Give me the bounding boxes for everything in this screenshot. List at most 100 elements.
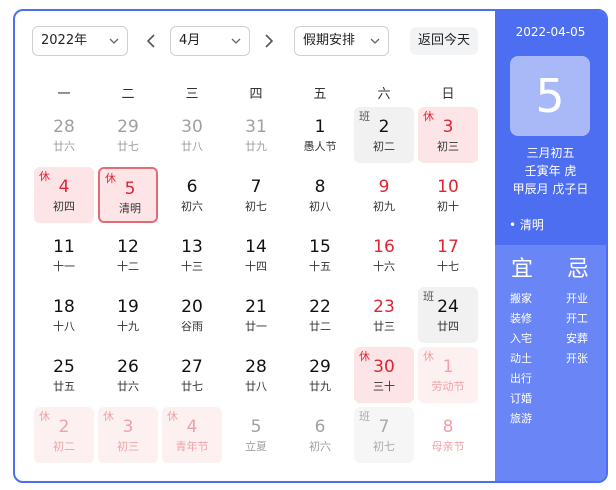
day-number: 7 xyxy=(378,417,390,437)
day-cell[interactable]: 29 廿七 xyxy=(98,107,158,163)
day-number: 3 xyxy=(442,117,454,137)
day-cell[interactable]: 20 谷雨 xyxy=(162,287,222,343)
day-number: 8 xyxy=(314,177,326,197)
day-number: 3 xyxy=(122,417,134,437)
day-cell[interactable]: 29 廿九 xyxy=(290,347,350,403)
day-cell[interactable]: 6 初六 xyxy=(290,407,350,463)
day-cell[interactable]: 8 母亲节 xyxy=(418,407,478,463)
day-cell[interactable]: 5 立夏 xyxy=(226,407,286,463)
lunar-label: 初十 xyxy=(437,200,459,213)
holiday-select[interactable]: 假期安排 xyxy=(294,26,389,56)
next-month-icon[interactable] xyxy=(263,33,275,49)
lunar-label: 廿九 xyxy=(245,140,267,153)
day-cell[interactable]: 9 初九 xyxy=(354,167,414,223)
back-to-today-button[interactable]: 返回今天 xyxy=(410,27,478,55)
day-cell[interactable]: 16 十六 xyxy=(354,227,414,283)
day-cell[interactable]: 7 初七 xyxy=(226,167,286,223)
day-number: 31 xyxy=(245,117,267,137)
day-number: 4 xyxy=(186,417,198,437)
day-number: 24 xyxy=(437,297,459,317)
day-cell[interactable]: 10 初十 xyxy=(418,167,478,223)
day-cell[interactable]: 休 3 初三 xyxy=(98,407,158,463)
lunar-label: 初四 xyxy=(53,200,75,213)
day-number: 28 xyxy=(53,117,75,137)
day-cell[interactable]: 17 十七 xyxy=(418,227,478,283)
lunar-label: 初二 xyxy=(53,440,75,453)
day-number: 30 xyxy=(181,117,203,137)
day-number: 1 xyxy=(314,117,326,137)
year-select[interactable]: 2022年 xyxy=(32,26,128,56)
lunar-label: 母亲节 xyxy=(431,440,465,453)
day-cell[interactable]: 26 廿六 xyxy=(98,347,158,403)
lunar-label: 廿九 xyxy=(309,380,331,393)
day-cell[interactable]: 班 7 初七 xyxy=(354,407,414,463)
day-number: 2 xyxy=(378,117,390,137)
lunar-date: 三月初五 xyxy=(526,146,575,160)
ji-item: 安葬 xyxy=(566,332,588,345)
day-cell[interactable]: 18 十八 xyxy=(34,287,94,343)
day-cell[interactable]: 11 十一 xyxy=(34,227,94,283)
lunar-label: 初九 xyxy=(373,200,395,213)
lunar-label: 愚人节 xyxy=(303,140,337,153)
day-cell[interactable]: 班 24 廿四 xyxy=(418,287,478,343)
chevron-down-icon xyxy=(231,38,241,44)
day-cell[interactable]: 休 3 初三 xyxy=(418,107,478,163)
day-number: 9 xyxy=(378,177,390,197)
lunar-label: 十九 xyxy=(117,320,139,333)
day-cell[interactable]: 23 廿三 xyxy=(354,287,414,343)
day-cell[interactable]: 31 廿九 xyxy=(226,107,286,163)
day-cell[interactable]: 休 5 清明 xyxy=(98,167,158,223)
month-select[interactable]: 4月 xyxy=(170,26,250,56)
day-cell[interactable]: 14 十四 xyxy=(226,227,286,283)
day-number: 29 xyxy=(117,117,139,137)
day-cell[interactable]: 27 廿七 xyxy=(162,347,222,403)
day-cell[interactable]: 休 1 劳动节 xyxy=(418,347,478,403)
day-cell[interactable]: 15 十五 xyxy=(290,227,350,283)
day-cell[interactable]: 30 廿八 xyxy=(162,107,222,163)
day-cell[interactable]: 8 初八 xyxy=(290,167,350,223)
day-cell[interactable]: 28 廿八 xyxy=(226,347,286,403)
day-number: 16 xyxy=(373,237,395,257)
day-cell[interactable]: 休 4 初四 xyxy=(34,167,94,223)
weekday-label: 二 xyxy=(121,87,135,102)
lunar-label: 初七 xyxy=(373,440,395,453)
day-cell[interactable]: 休 4 青年节 xyxy=(162,407,222,463)
day-number: 5 xyxy=(250,417,262,437)
day-cell[interactable]: 28 廿六 xyxy=(34,107,94,163)
lunar-label: 廿八 xyxy=(245,380,267,393)
lunar-label: 初七 xyxy=(245,200,267,213)
day-cell[interactable]: 13 十三 xyxy=(162,227,222,283)
day-number: 23 xyxy=(373,297,395,317)
lunar-label: 清明 xyxy=(119,202,141,215)
day-cell[interactable]: 25 廿五 xyxy=(34,347,94,403)
day-cell[interactable]: 22 廿二 xyxy=(290,287,350,343)
lunar-label: 廿三 xyxy=(373,320,395,333)
weekday-label: 三 xyxy=(185,87,199,102)
day-number: 10 xyxy=(437,177,459,197)
lunar-label: 廿六 xyxy=(117,380,139,393)
lunar-label: 廿五 xyxy=(53,380,75,393)
lunar-label: 十四 xyxy=(245,260,267,273)
lunar-label: 廿四 xyxy=(437,320,459,333)
day-number: 5 xyxy=(124,179,136,199)
day-cell[interactable]: 19 十九 xyxy=(98,287,158,343)
selected-date: 2022-04-05 xyxy=(515,25,586,39)
year-ganzhi: 壬寅年 虎 xyxy=(524,164,577,178)
calendar-main: 2022年 4月 假期安排 返回今天 一二三四五六日 28 廿六 29 廿七 30 廿八 3… xyxy=(15,11,495,481)
day-cell[interactable]: 12 十二 xyxy=(98,227,158,283)
prev-month-icon[interactable] xyxy=(145,33,157,49)
day-number: 7 xyxy=(250,177,262,197)
day-cell[interactable]: 21 廿一 xyxy=(226,287,286,343)
day-cell[interactable]: 1 愚人节 xyxy=(290,107,350,163)
day-number: 22 xyxy=(309,297,331,317)
day-cell[interactable]: 6 初六 xyxy=(162,167,222,223)
yi-item: 出行 xyxy=(510,372,532,385)
chevron-down-icon xyxy=(370,38,380,44)
day-cell[interactable]: 休 2 初二 xyxy=(34,407,94,463)
day-cell[interactable]: 班 2 初二 xyxy=(354,107,414,163)
ji-item: 开业 xyxy=(566,292,588,305)
day-cell[interactable]: 休 30 三十 xyxy=(354,347,414,403)
day-number: 12 xyxy=(117,237,139,257)
lunar-label: 十二 xyxy=(117,260,139,273)
lunar-label: 立夏 xyxy=(245,440,267,453)
